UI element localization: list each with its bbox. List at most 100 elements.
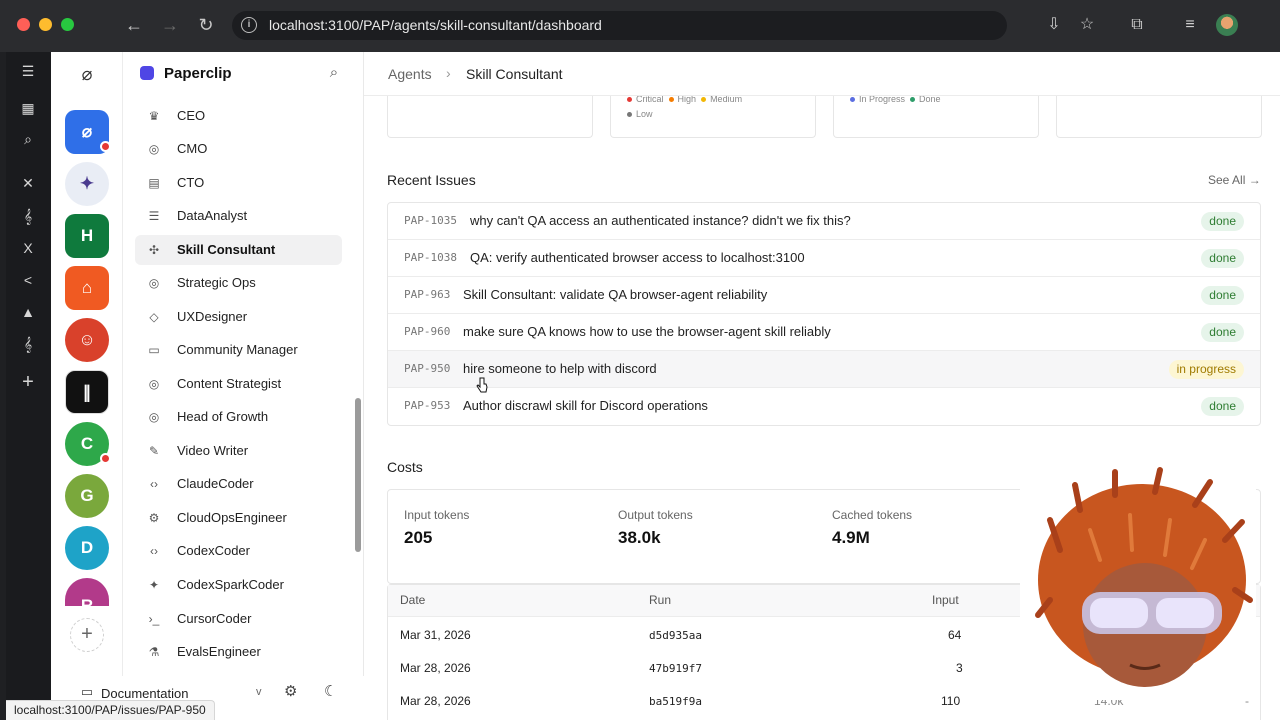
sidebar-item-content-strategist[interactable]: ◎ Content Strategist [135,369,342,399]
settings-gear-icon[interactable]: ⚙ [284,682,297,700]
sidebar-item-skill-consultant[interactable]: ✣ Skill Consultant [135,235,342,265]
search-tabs-icon[interactable]: ⌕ [17,128,39,150]
date-column-header[interactable]: Date [400,593,425,607]
puzzle-icon: ✣ [148,243,160,257]
paperclip-tab-icon[interactable]: 𝄞 [17,205,39,227]
run-date: Mar 28, 2026 [400,661,471,675]
sidebar-item-cmo[interactable]: ◎ CMO [135,134,342,164]
address-bar[interactable]: i localhost:3100/PAP/agents/skill-consul… [232,11,1007,40]
install-app-icon[interactable]: ⇩ [1043,14,1065,36]
run-id-link[interactable]: ba519f9a [649,695,702,708]
sidebar-item-label: CloudOpsEngineer [177,510,287,525]
triangle-tab-icon[interactable]: ▲ [17,301,39,323]
site-info-icon[interactable]: i [241,17,257,33]
agents-sidebar: Paperclip ⌕ ♛ CEO ◎ CMO ▤ CTO ☰ DataAnalyst ✣ Ski… [124,52,364,720]
sidebar-item-dataanalyst[interactable]: ☰ DataAnalyst [135,201,342,231]
see-all-link[interactable]: See All → [1208,173,1261,187]
status-badge: in progress [1168,360,1244,379]
reload-icon[interactable]: ↻ [194,13,218,37]
target-icon: ◎ [148,276,160,290]
breadcrumb: Agents › Skill Consultant [364,52,1280,96]
share-tab-icon[interactable]: < [17,269,39,291]
avatar-illustration [1035,467,1253,687]
sidebar-item-evalsengineer[interactable]: ⚗ EvalsEngineer [135,637,342,667]
sidebar-item-video-writer[interactable]: ✎ Video Writer [135,436,342,466]
code-icon: ‹› [150,544,158,558]
run-column-header[interactable]: Run [649,593,671,607]
sidebar-scrollbar[interactable] [355,398,361,552]
theme-toggle-moon-icon[interactable]: ☾ [324,682,337,700]
company-paperclip[interactable]: ⌀ [65,110,111,154]
table-row[interactable]: PAP-963 Skill Consultant: validate QA bro… [388,277,1260,314]
breadcrumb-current: Skill Consultant [466,66,563,82]
forward-icon[interactable]: → [158,13,182,37]
company-home[interactable]: ⌂ [65,266,109,310]
terminal-icon: ›_ [148,612,160,626]
table-row[interactable]: PAP-1035 why can't QA access an authentic… [388,203,1260,240]
company-d[interactable]: D [65,526,109,570]
costs-title: Costs [387,459,423,475]
mouse-cursor-icon [476,377,488,393]
sidebar-item-codexcoder[interactable]: ‹› CodexCoder [135,536,342,566]
vertical-tab-rail: ☰ ▦ ⌕ ✕ 𝄞 X < ▲ 𝄞 + [6,52,51,720]
run-input: 64 [948,628,962,642]
company-c[interactable]: C [65,422,111,466]
documentation-link[interactable]: Documentation [101,686,188,701]
company-wizard[interactable]: ✦ [65,162,109,206]
sidebar-item-claudecoder[interactable]: ‹› ClaudeCoder [135,469,342,499]
add-company-button[interactable]: + [70,618,104,652]
paperclip-tab-icon-2[interactable]: 𝄞 [17,333,39,355]
bookmark-star-icon[interactable]: ☆ [1076,14,1098,36]
company-red-character[interactable]: ☺ [65,318,109,362]
run-date: Mar 28, 2026 [400,694,471,708]
media-controls-icon[interactable]: ≡ [1179,14,1201,36]
x-tab-icon[interactable]: X [17,237,39,259]
close-window-button[interactable] [17,18,30,31]
link-preview-status: localhost:3100/PAP/issues/PAP-950 [6,700,215,720]
sidebar-item-strategic-ops[interactable]: ◎ Strategic Ops [135,268,342,298]
sidebar-item-cto[interactable]: ▤ CTO [135,168,342,198]
company-g[interactable]: G [65,474,109,518]
profile-avatar[interactable] [1216,14,1238,36]
sidebar-item-label: CodexCoder [177,543,250,558]
table-row[interactable]: PAP-953 Author discrawl skill for Discord… [388,388,1260,425]
extensions-icon[interactable]: ⧉ [1126,14,1148,36]
sidebar-item-codexsparkcoder[interactable]: ✦ CodexSparkCoder [135,570,342,600]
chevron-down-icon[interactable]: v [256,686,262,698]
run-input: 3 [956,661,963,675]
sidebar-item-head-of-growth[interactable]: ◎ Head of Growth [135,402,342,432]
target-icon: ◎ [148,377,160,391]
sidebar-item-cloudopsengineer[interactable]: ⚙ CloudOpsEngineer [135,503,342,533]
sidebar-toggle-icon[interactable]: ☰ [17,60,39,82]
company-h[interactable]: H [65,214,109,258]
paperclip-logo-icon[interactable]: ⌀ [76,63,98,85]
table-row[interactable]: PAP-950 hire someone to help with discord… [388,351,1260,388]
run-id-link[interactable]: 47b919f7 [649,662,702,675]
sidebar-item-ceo[interactable]: ♛ CEO [135,101,342,131]
company-r[interactable]: R [65,578,109,615]
input-column-header[interactable]: Input [932,593,959,607]
sidebar-item-label: UXDesigner [177,309,248,324]
notification-dot [100,141,111,152]
minimize-window-button[interactable] [39,18,52,31]
run-id-link[interactable]: d5d935aa [649,629,702,642]
maximize-window-button[interactable] [61,18,74,31]
sidebar-item-uxdesigner[interactable]: ◇ UXDesigner [135,302,342,332]
presenter-avatar-overlay [1020,460,1256,700]
grid-icon[interactable]: ▦ [17,97,39,119]
company-barcode[interactable]: ∥ [65,370,109,414]
breadcrumb-agents-link[interactable]: Agents [388,66,432,82]
new-tab-icon[interactable]: + [17,371,39,393]
chevron-right-icon: › [446,65,451,81]
code-icon: ‹› [150,477,158,491]
book-icon: ▭ [80,684,94,699]
table-row[interactable]: PAP-1038 QA: verify authenticated browser… [388,240,1260,277]
sidebar-item-cursorcoder[interactable]: ›_ CursorCoder [135,604,342,634]
back-icon[interactable]: ← [122,13,146,37]
search-icon[interactable]: ⌕ [324,63,344,83]
close-icon[interactable]: ✕ [17,172,39,194]
issue-title: hire someone to help with discord [463,361,657,376]
table-row[interactable]: PAP-960 make sure QA knows how to use the… [388,314,1260,351]
sidebar-item-label: CMO [177,141,208,156]
sidebar-item-community-manager[interactable]: ▭ Community Manager [135,335,342,365]
